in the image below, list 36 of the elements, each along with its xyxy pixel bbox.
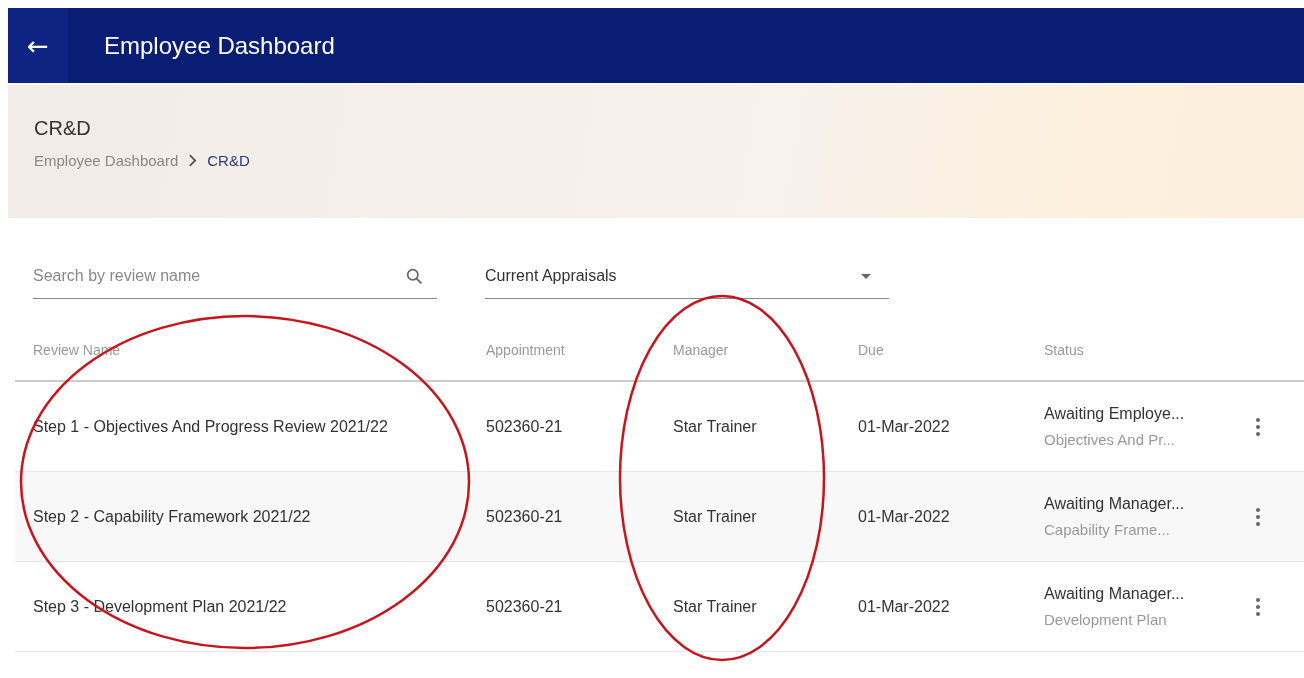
table-cell-text: 01-Mar-2022 — [857, 507, 951, 526]
table-cell-text: Star Trainer — [672, 597, 758, 616]
table-row[interactable]: Step 2 - Capability Framework 2021/22 502360-21 Star Trainer 01-Mar-2022 Awaiting Manager... Capability Frame... — [15, 472, 1304, 562]
table-cell-text: 502360-21 — [485, 597, 564, 616]
status-detail: Objectives And Pr... — [1044, 431, 1176, 448]
table-cell-text: 502360-21 — [485, 507, 564, 526]
column-header: Manager — [672, 341, 730, 358]
chevron-right-icon — [188, 154, 198, 167]
table-cell-text: 502360-21 — [485, 417, 564, 436]
status-text: Awaiting Manager... — [1044, 585, 1186, 603]
status-detail: Development Plan — [1044, 611, 1168, 628]
back-button[interactable]: ← — [8, 8, 68, 83]
caret-icon — [861, 273, 871, 279]
table-cell-text: 01-Mar-2022 — [857, 597, 951, 616]
page-title: CR&D — [34, 117, 92, 140]
table-cell-text: 01-Mar-2022 — [857, 417, 951, 436]
table-cell-text: Star Trainer — [672, 507, 758, 526]
search-icon — [406, 268, 423, 285]
column-header: Due — [857, 341, 885, 358]
status-text: Awaiting Manager... — [1044, 495, 1186, 513]
more-options-icon[interactable] — [1256, 417, 1260, 436]
search-field[interactable]: Search by review name — [33, 254, 437, 299]
column-header: Status — [1043, 341, 1085, 358]
more-options-icon[interactable] — [1256, 597, 1260, 616]
table-row[interactable]: Step 3 - Development Plan 2021/22 502360-21 Star Trainer 01-Mar-2022 Awaiting Manager... Development Plan — [15, 562, 1304, 652]
table-cell-text: Star Trainer — [672, 417, 758, 436]
table-cell-text: Step 2 - Capability Framework 2021/22 — [32, 507, 312, 526]
column-header: Appointment — [485, 341, 566, 358]
table-cell-text: Step 1 - Objectives And Progress Review 2021/22 — [32, 417, 389, 436]
breadcrumb-link[interactable]: CR&D — [207, 152, 250, 169]
table-cell-text: Step 3 - Development Plan 2021/22 — [32, 597, 288, 616]
appraisal-dropdown[interactable]: Current Appraisals — [485, 254, 889, 299]
app-title: Employee Dashboard — [104, 31, 335, 60]
status-text: Awaiting Employe... — [1044, 405, 1186, 423]
more-options-icon[interactable] — [1256, 507, 1260, 526]
status-detail: Capability Frame... — [1044, 521, 1171, 538]
